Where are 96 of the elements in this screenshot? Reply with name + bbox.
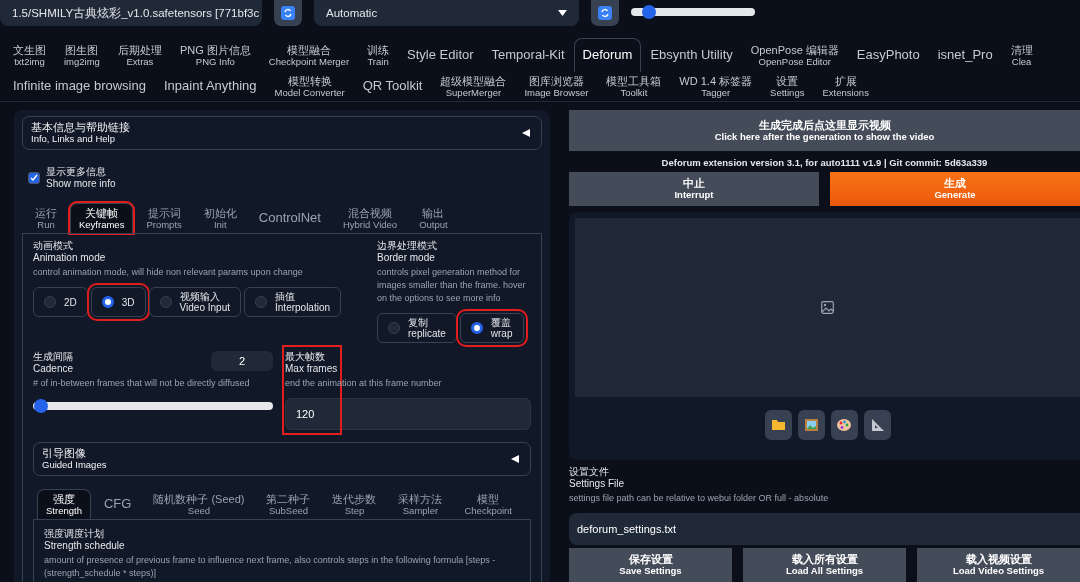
main-tab[interactable]: 超级模型融合 SuperMerger — [431, 72, 516, 100]
main-tab[interactable]: Style Editor — [398, 38, 483, 72]
main-tab[interactable]: 清理 Clea — [1001, 38, 1042, 72]
schedule-tab[interactable]: CFG — [94, 489, 141, 520]
main-tab[interactable]: 训练 Train — [358, 38, 399, 72]
checkbox[interactable] — [28, 172, 40, 184]
image-icon — [821, 300, 834, 314]
tool-button[interactable] — [830, 409, 858, 440]
field-label: 强度调度计划 Strength schedule — [44, 528, 126, 553]
main-tab[interactable]: 模型融合 Checkpoint Merger — [259, 38, 359, 72]
refresh-button[interactable] — [591, 0, 619, 26]
main-tab[interactable]: 后期处理 Extras — [108, 38, 171, 72]
landscape-picture-icon — [804, 418, 818, 431]
tool-button[interactable] — [764, 409, 792, 440]
schedule-tab[interactable]: 采样方法 Sampler — [389, 489, 452, 520]
main-tab[interactable]: EasyPhoto — [847, 38, 929, 72]
cadence-slider[interactable] — [33, 402, 273, 411]
radio-icon — [101, 296, 114, 309]
vae-dropdown[interactable]: Automatic — [314, 0, 579, 26]
clip-skip-slider[interactable] — [631, 8, 755, 16]
collapse-arrow-icon[interactable] — [521, 128, 531, 138]
main-tab[interactable]: Infinite image browsing — [4, 72, 155, 100]
radio-icon — [255, 296, 267, 309]
info-accordion[interactable]: 基本信息与帮助链接 Info, Links and Help — [22, 116, 542, 150]
main-tab[interactable]: 图库浏览器 Image Browser — [515, 72, 598, 100]
field-label: 动画模式 Animation mode — [33, 240, 107, 264]
main-tab[interactable]: PNG 图片信息 PNG Info — [170, 38, 260, 72]
radio-option[interactable]: 视频输入 Video Input — [148, 287, 241, 318]
input-field[interactable]: 120 — [285, 398, 531, 431]
tool-button[interactable] — [863, 409, 891, 440]
main-tab[interactable]: Ebsynth Utility — [641, 38, 742, 72]
show-video-button[interactable]: 生成完成后点这里显示视频 Click here after the generation to show the video — [569, 110, 1080, 151]
triangle-ruler-icon — [870, 418, 884, 431]
schedule-tab[interactable]: 模型 Checkpoint — [455, 489, 521, 520]
radio-option[interactable]: 2D — [33, 287, 88, 318]
schedule-tab[interactable]: 强度 Strength — [37, 489, 91, 520]
schedule-tab[interactable]: 迭代步数 Step — [323, 489, 386, 520]
version-text: Deforum extension version 3.1, for auto1111 v1.9 | Git commit: 5d63a339 — [660, 155, 989, 170]
section-tab[interactable]: 关键帧 Keyframes — [70, 203, 134, 233]
field-label: 最大帧数 Max frames — [285, 351, 339, 376]
radio-option[interactable]: 插值 Interpolation — [244, 287, 342, 318]
settings-button[interactable]: 载入所有设置 Load All Settings — [743, 548, 906, 582]
field-label: 边界处理模式 Border mode — [377, 240, 438, 264]
main-tab[interactable]: WD 1.4 标签器 Tagger — [670, 72, 762, 100]
settings-button[interactable]: 保存设置 Save Settings — [569, 548, 732, 582]
main-tab[interactable]: OpenPose 编辑器 OpenPose Editor — [741, 38, 848, 72]
radio-option[interactable]: 复制 replicate — [377, 313, 457, 344]
accordion-title: 基本信息与帮助链接 Info, Links and Help — [31, 121, 130, 145]
main-tab[interactable]: 文生图 txt2img — [4, 38, 55, 72]
input-field[interactable]: deforum_settings.txt — [569, 513, 1080, 545]
checkpoint-dropdown[interactable]: 1.5/SHMILY古典炫彩_v1.0.safetensors [771bf3c — [0, 0, 262, 26]
guided-images-accordion[interactable]: 引导图像 Guided Images — [33, 442, 531, 477]
section-tab[interactable]: 初始化 Init — [194, 203, 246, 233]
refresh-icon — [281, 6, 295, 20]
field-description: control animation mode, will hide non relevant params upon change — [33, 266, 304, 279]
checkbox-label: 显示更多信息 Show more info — [46, 166, 116, 190]
refresh-icon — [598, 6, 612, 20]
number-field[interactable]: 2 — [211, 351, 273, 372]
field-description: settings file path can be relative to webui folder OR full - absolute — [569, 491, 830, 505]
main-tab[interactable]: isnet_Pro — [928, 38, 1002, 72]
section-tab[interactable]: 混合视频 Hybrid Video — [333, 203, 407, 233]
field-description: amount of presence of previous frame to influence next frame, also controls steps in the following formula [steps - (strength_schedule * steps)] — [44, 554, 497, 581]
folder-icon — [771, 419, 785, 431]
main-tab[interactable]: QR Toolkit — [353, 72, 432, 100]
main-tab[interactable]: 设置 Settings — [761, 72, 814, 100]
radio-icon — [159, 296, 172, 309]
main-tab[interactable]: 扩展 Extensions — [813, 72, 878, 100]
palette-icon — [837, 418, 851, 431]
slider-thumb[interactable] — [33, 399, 48, 414]
field-description: # of in-between frames that will not be directly diffused — [33, 377, 251, 391]
main-tab[interactable]: 图生图 img2img — [55, 38, 109, 72]
accordion-title: 引导图像 Guided Images — [42, 447, 107, 471]
schedule-tab[interactable]: 第二种子 SubSeed — [257, 489, 320, 520]
main-tab[interactable]: Temporal-Kit — [482, 38, 574, 72]
section-tab[interactable]: 运行 Run — [26, 203, 66, 233]
settings-button[interactable]: 载入视频设置 Load Video Settings — [917, 548, 1080, 582]
field-label: 设置文件 Settings File — [569, 465, 626, 490]
caret-icon — [558, 10, 567, 16]
interrupt-button[interactable]: 中止 Interrupt — [569, 171, 819, 206]
section-tab[interactable]: 提示词 Prompts — [137, 203, 191, 233]
field-label: 生成间隔 Cadence — [33, 351, 74, 376]
field-description: controls pixel generation method for images smaller than the frame. hover on the options to see more info — [377, 266, 527, 306]
slider-thumb[interactable] — [641, 5, 656, 19]
main-tab[interactable]: Inpaint Anything — [154, 72, 266, 100]
radio-icon — [470, 322, 483, 335]
section-tab[interactable]: ControlNet — [249, 203, 330, 233]
main-tab[interactable]: Deforum — [573, 38, 642, 72]
main-tab[interactable]: 模型转换 Model Converter — [265, 72, 354, 100]
main-tab[interactable]: 模型工具箱 Toolkit — [597, 72, 671, 100]
radio-icon — [44, 296, 56, 309]
radio-icon — [388, 322, 400, 335]
schedule-tab[interactable]: 随机数种子 (Seed) Seed — [144, 489, 254, 520]
section-tab[interactable]: 输出 Output — [410, 203, 457, 233]
collapse-arrow-icon[interactable] — [510, 454, 520, 465]
refresh-button[interactable] — [274, 0, 302, 26]
tool-button[interactable] — [797, 409, 825, 440]
